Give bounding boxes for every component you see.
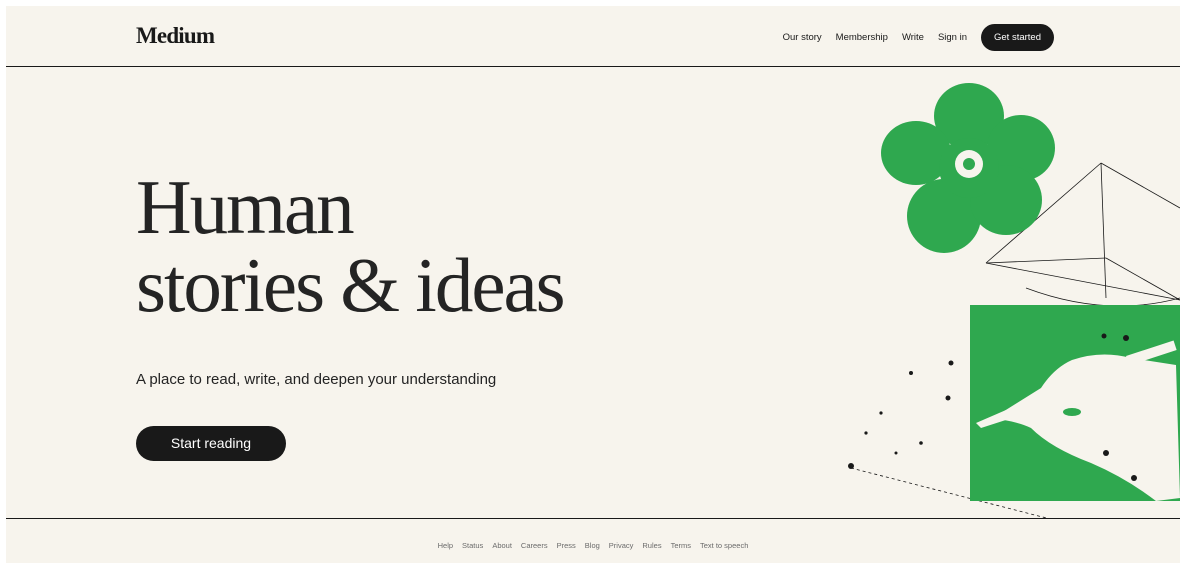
- footer-text-to-speech-link[interactable]: Text to speech: [700, 541, 748, 550]
- footer-about-link[interactable]: About: [492, 541, 512, 550]
- footer-status-link[interactable]: Status: [462, 541, 483, 550]
- nav-sign-in-link[interactable]: Sign in: [938, 32, 967, 43]
- medium-logo[interactable]: Medium: [136, 23, 215, 49]
- footer-press-link[interactable]: Press: [557, 541, 576, 550]
- flower-and-writing-hand-illustration: [848, 83, 1180, 518]
- footer-careers-link[interactable]: Careers: [521, 541, 548, 550]
- hero-title-line-2: stories & ideas: [136, 242, 566, 328]
- footer-help-link[interactable]: Help: [438, 541, 453, 550]
- footer-privacy-link[interactable]: Privacy: [609, 541, 634, 550]
- nav-write-link[interactable]: Write: [902, 32, 924, 43]
- nav-membership-link[interactable]: Membership: [836, 32, 888, 43]
- start-reading-button[interactable]: Start reading: [136, 426, 286, 461]
- landing-page: Medium Our story Membership Write Sign i…: [6, 6, 1180, 563]
- nav-our-story-link[interactable]: Our story: [783, 32, 822, 43]
- hero-title: Human stories & ideas: [136, 164, 566, 328]
- header-nav: Our story Membership Write Sign in Get s…: [783, 24, 1054, 51]
- hero-title-line-1: Human: [136, 164, 355, 250]
- top-navigation: Medium Our story Membership Write Sign i…: [6, 6, 1180, 67]
- footer-links: Help Status About Careers Press Blog Pri…: [6, 541, 1180, 550]
- get-started-button[interactable]: Get started: [981, 24, 1054, 51]
- page-footer: Help Status About Careers Press Blog Pri…: [6, 518, 1180, 563]
- footer-blog-link[interactable]: Blog: [585, 541, 600, 550]
- footer-terms-link[interactable]: Terms: [671, 541, 691, 550]
- footer-rules-link[interactable]: Rules: [642, 541, 661, 550]
- hero-subtitle: A place to read, write, and deepen your …: [136, 371, 497, 388]
